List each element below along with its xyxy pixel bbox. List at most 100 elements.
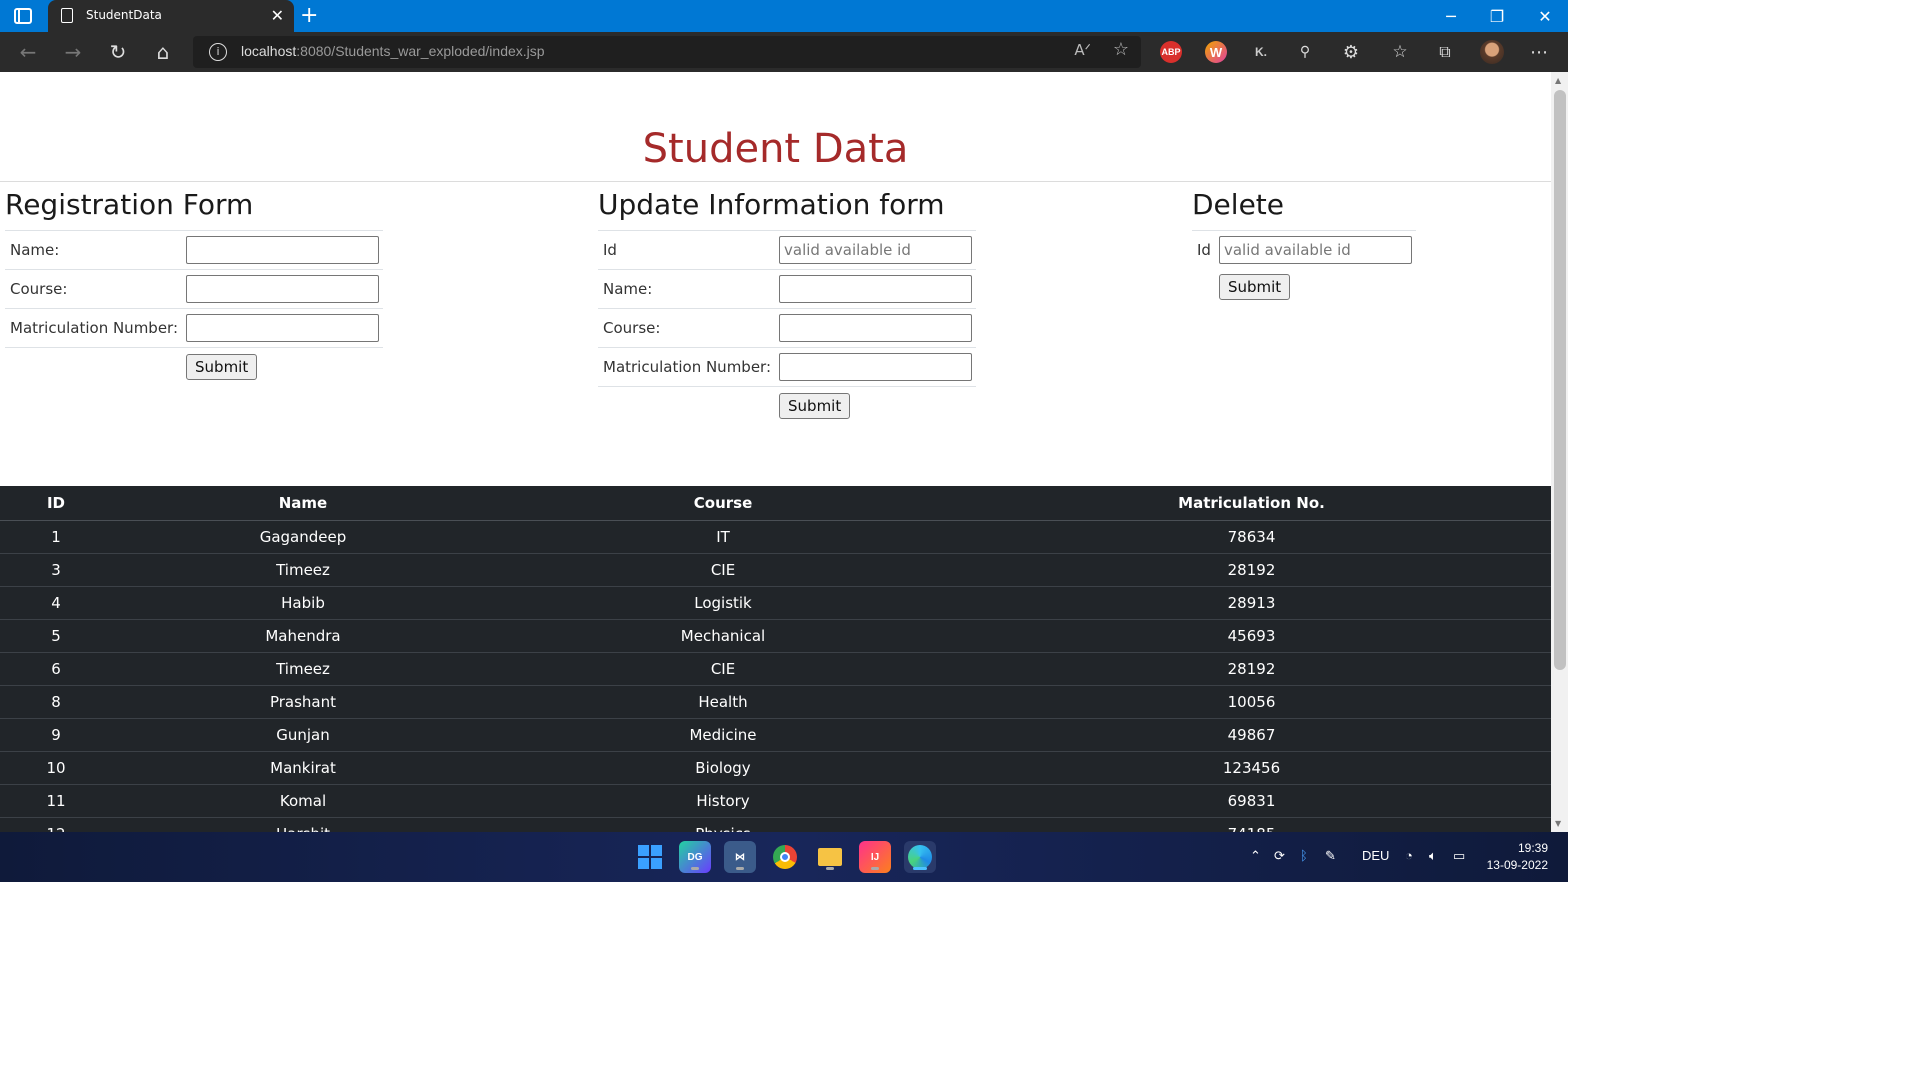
cell-matriculation: 49867 (952, 717, 1551, 751)
delete-id-input[interactable] (1218, 236, 1412, 265)
extensions-puzzle-icon[interactable]: ⚙ (1337, 38, 1365, 66)
tab-close-icon[interactable]: ✕ (271, 6, 284, 25)
browser-tab-studentdata[interactable]: StudentData ✕ (48, 0, 294, 32)
cell-name: Prashant (112, 684, 494, 718)
cell-name: Timeez (112, 651, 494, 685)
cell-name: Harshit (112, 816, 494, 832)
vertical-scrollbar[interactable]: ▲ ▼ (1551, 72, 1568, 832)
k-extension-icon[interactable]: K. (1250, 41, 1272, 63)
cell-id: 5 (0, 618, 112, 652)
scroll-up-icon[interactable]: ▲ (1555, 76, 1561, 85)
cell-course: Health (494, 684, 952, 718)
table-row: 9 Gunjan Medicine 49867 (0, 717, 1551, 751)
restore-icon[interactable]: ❐ (1474, 0, 1520, 32)
browser-toolbar: ← → ↻ ⌂ i localhost:8080/Students_war_ex… (0, 32, 1568, 72)
table-row: 12HarshitPhysics74185 (0, 816, 1551, 832)
favorites-icon[interactable]: ☆ (1386, 38, 1414, 66)
browser-titlebar: StudentData ✕ + ─ ❐ ✕ (0, 0, 1568, 32)
tab-actions-icon[interactable] (14, 8, 32, 24)
cell-matriculation: 28192 (952, 651, 1551, 685)
update-heading: Update Information form (598, 188, 945, 221)
adblock-extension-icon[interactable]: ABP (1160, 41, 1182, 63)
table-row: 4 Habib Logistik 28913 (0, 585, 1551, 619)
update-form: Update Information form Id Name: Course:… (593, 184, 977, 426)
chrome-app-icon[interactable] (769, 841, 801, 873)
extension-icon[interactable]: ⚲ (1291, 38, 1319, 66)
update-table: Id Name: Course: Matriculation Number: S… (598, 230, 977, 426)
table-row: 11 Komal History 69831 (0, 783, 1551, 817)
home-icon[interactable]: ⌂ (149, 38, 177, 66)
read-aloud-icon[interactable]: Aᐟ (1074, 41, 1091, 59)
column-header-name: Name (112, 486, 494, 521)
registration-submit-button[interactable]: Submit (186, 354, 258, 381)
w-extension-icon[interactable]: W (1205, 41, 1227, 63)
wifi-icon[interactable]: ◔ (1405, 848, 1413, 863)
delete-heading: Delete (1192, 188, 1284, 221)
show-hidden-icons-icon[interactable]: ⌃ (1250, 848, 1261, 864)
vscode-app-icon[interactable]: ⋈ (724, 841, 756, 873)
site-info-icon[interactable]: i (209, 43, 227, 61)
back-icon[interactable]: ← (14, 38, 42, 66)
forward-icon[interactable]: → (59, 38, 87, 66)
registration-form: Registration Form Name: Course: Matricul… (0, 184, 384, 387)
registration-name-input[interactable] (186, 236, 380, 264)
cell-course: Physics (494, 816, 952, 832)
close-window-icon[interactable]: ✕ (1522, 0, 1568, 32)
scroll-down-icon[interactable]: ▼ (1555, 819, 1561, 828)
file-explorer-icon[interactable] (814, 841, 846, 873)
cell-matriculation: 28913 (952, 585, 1551, 619)
cell-id: 12 (0, 816, 112, 832)
minimize-icon[interactable]: ─ (1428, 0, 1474, 32)
datagrip-app-icon[interactable]: DG (679, 841, 711, 873)
update-matriculation-input[interactable] (779, 353, 973, 381)
system-clock[interactable]: 19:39 13-09-2022 (1487, 840, 1548, 874)
matriculation-label: Matriculation Number: (5, 308, 183, 348)
cell-id: 9 (0, 717, 112, 751)
more-menu-icon[interactable]: ⋯ (1525, 38, 1553, 66)
add-favorite-icon[interactable]: ☆ (1113, 39, 1129, 60)
divider (0, 181, 1551, 182)
url-text[interactable]: localhost:8080/Students_war_exploded/ind… (241, 43, 545, 59)
cell-course: IT (494, 519, 952, 553)
cell-name: Mankirat (112, 750, 494, 784)
cell-id: 4 (0, 585, 112, 619)
delete-submit-button[interactable]: Submit (1218, 273, 1291, 300)
update-submit-button[interactable]: Submit (779, 393, 851, 420)
tab-title: StudentData (86, 8, 162, 22)
page-favicon-icon (61, 8, 73, 23)
update-id-input[interactable] (779, 236, 973, 264)
profile-avatar[interactable] (1478, 38, 1506, 66)
cell-matriculation: 69831 (952, 783, 1551, 817)
language-indicator[interactable]: DEU (1362, 848, 1389, 863)
update-name-input[interactable] (779, 275, 973, 303)
edge-app-icon[interactable] (904, 841, 936, 873)
table-row: 8 Prashant Health 10056 (0, 684, 1551, 718)
battery-icon[interactable]: ▭ (1453, 848, 1465, 864)
refresh-icon[interactable]: ↻ (104, 38, 132, 66)
scrollbar-thumb[interactable] (1554, 90, 1566, 670)
sync-icon[interactable]: ⟳ (1274, 848, 1285, 864)
bluetooth-icon[interactable]: ᛒ (1300, 848, 1308, 863)
start-menu-icon[interactable] (634, 841, 666, 873)
cell-name: Gunjan (112, 717, 494, 751)
cell-matriculation: 78634 (952, 519, 1551, 553)
course-label: Course: (5, 269, 183, 309)
registration-heading: Registration Form (5, 188, 254, 221)
delete-form: Delete Id Submit (1187, 184, 1416, 309)
pen-icon[interactable]: ✎ (1325, 848, 1336, 864)
cell-matriculation: 45693 (952, 618, 1551, 652)
cell-course: Medicine (494, 717, 952, 751)
intellij-app-icon[interactable]: IJ (859, 841, 891, 873)
volume-icon[interactable]: 🔈︎ (1429, 848, 1437, 864)
collections-icon[interactable]: ⧉ (1431, 38, 1459, 66)
table-row: 10 Mankirat Biology 123456 (0, 750, 1551, 784)
column-header-course: Course (494, 486, 952, 521)
address-bar[interactable]: i localhost:8080/Students_war_exploded/i… (193, 36, 1141, 68)
registration-course-input[interactable] (186, 275, 380, 303)
cell-id: 3 (0, 552, 112, 586)
registration-matriculation-input[interactable] (186, 314, 380, 342)
column-header-id: ID (0, 486, 112, 521)
update-course-input[interactable] (779, 314, 973, 342)
cell-name: Gagandeep (112, 519, 494, 553)
new-tab-icon[interactable]: + (300, 3, 318, 28)
